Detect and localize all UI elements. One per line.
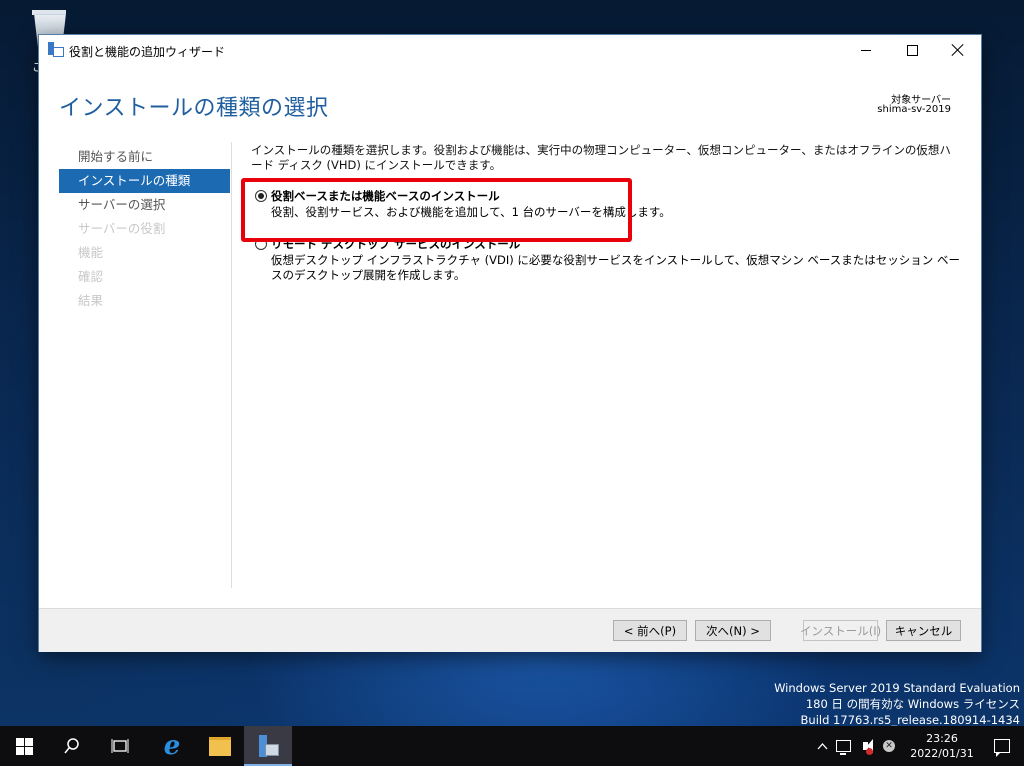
- maximize-button[interactable]: [889, 35, 935, 65]
- search-button[interactable]: [48, 726, 96, 766]
- intro-text: インストールの種類を選択します。役割および機能は、実行中の物理コンピューター、仮…: [251, 143, 951, 172]
- server-manager-icon: [259, 735, 279, 757]
- wizard-app-icon: [48, 42, 64, 57]
- clock[interactable]: 23:26 2022/01/31: [904, 726, 980, 766]
- content-pane: インストールの種類を選択します。役割および機能は、実行中の物理コンピューター、仮…: [251, 143, 961, 282]
- nav-item-confirmation: 確認: [78, 269, 104, 284]
- nav-item-server-roles: サーバーの役割: [78, 221, 166, 236]
- window-title: 役割と機能の追加ウィザード: [69, 45, 226, 59]
- wizard-step-nav: 開始する前に インストールの種類 サーバーの選択 サーバーの役割 機能 確認 結…: [59, 145, 230, 313]
- internet-explorer-icon: e: [163, 731, 181, 761]
- page-title: インストールの種類の選択: [59, 96, 329, 121]
- evaluation-watermark: Windows Server 2019 Standard Evaluation …: [774, 680, 1020, 728]
- previous-button[interactable]: < 前へ(P): [613, 620, 687, 641]
- action-center-button[interactable]: [980, 726, 1024, 766]
- highlight-box: [241, 178, 632, 242]
- file-explorer-icon: [209, 736, 231, 756]
- close-icon: [952, 44, 964, 56]
- title-bar[interactable]: 役割と機能の追加ウィザード: [39, 35, 981, 65]
- show-hidden-icons-button[interactable]: [812, 726, 832, 766]
- close-button[interactable]: [935, 35, 981, 65]
- muted-badge-icon: [866, 748, 873, 755]
- install-button: インストール(I): [800, 620, 881, 641]
- destination-server-name: shima-sv-2019: [877, 104, 951, 115]
- nav-item-results: 結果: [78, 293, 104, 308]
- watermark-license: 180 日 の間有効な Windows ライセンス: [805, 697, 1020, 711]
- watermark-edition: Windows Server 2019 Standard Evaluation: [774, 681, 1020, 695]
- error-status-button[interactable]: ✕: [878, 726, 900, 766]
- error-icon: ✕: [883, 740, 895, 752]
- nav-item-server-selection[interactable]: サーバーの選択: [59, 193, 230, 217]
- cancel-button[interactable]: キャンセル: [886, 620, 961, 641]
- task-view-button[interactable]: [96, 726, 144, 766]
- minimize-button[interactable]: [843, 35, 889, 65]
- volume-button[interactable]: [854, 726, 876, 766]
- search-icon: [64, 738, 79, 754]
- nav-item-features: 機能: [78, 245, 104, 260]
- next-button[interactable]: 次へ(N) >: [695, 620, 771, 641]
- network-button[interactable]: [832, 726, 854, 766]
- taskbar: e ✕ 23:26 2022/01/31: [0, 726, 1024, 766]
- server-manager-button[interactable]: [244, 726, 292, 766]
- clock-date: 2022/01/31: [910, 747, 974, 760]
- chevron-up-icon: [817, 742, 827, 749]
- internet-explorer-button[interactable]: e: [148, 726, 196, 766]
- maximize-icon: [906, 44, 918, 56]
- add-roles-wizard-window: 役割と機能の追加ウィザード インストールの種類の選択 対象サーバー shima-…: [39, 35, 981, 652]
- network-icon: [835, 740, 851, 755]
- option-remote-desktop-desc: 仮想デスクトップ インフラストラクチャ (VDI) に必要な役割サービスをインス…: [271, 253, 960, 282]
- file-explorer-button[interactable]: [196, 726, 244, 766]
- start-button[interactable]: [0, 726, 48, 766]
- notification-icon: [994, 739, 1010, 757]
- clock-time: 23:26: [926, 732, 958, 745]
- nav-item-before-you-begin[interactable]: 開始する前に: [59, 145, 230, 169]
- minimize-icon: [861, 49, 871, 51]
- windows-start-icon: [15, 737, 33, 755]
- button-bar: < 前へ(P) 次へ(N) > インストール(I) キャンセル: [39, 608, 981, 652]
- nav-item-installation-type[interactable]: インストールの種類: [59, 169, 230, 193]
- nav-divider: [231, 142, 232, 588]
- task-view-icon: [111, 739, 129, 753]
